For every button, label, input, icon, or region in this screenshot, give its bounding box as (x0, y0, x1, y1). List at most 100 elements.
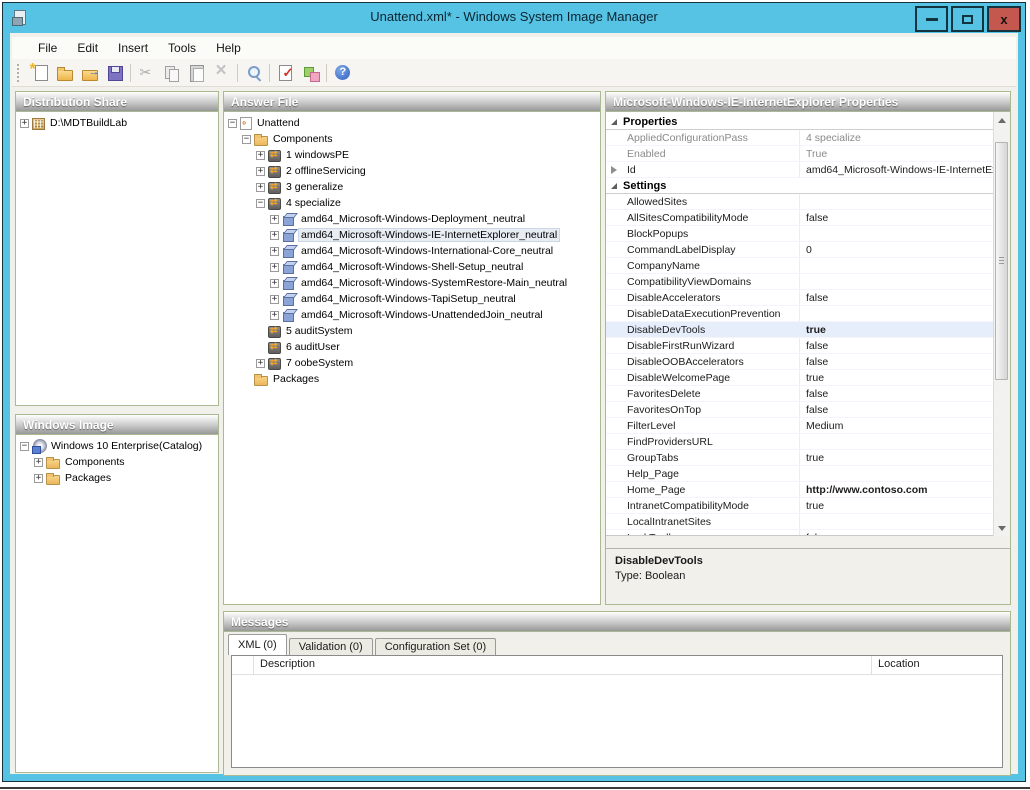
delete-button[interactable] (209, 61, 234, 85)
property-value[interactable]: false (800, 212, 993, 224)
property-row[interactable]: DisableOOBAcceleratorsfalse (606, 354, 993, 370)
property-value[interactable]: amd64_Microsoft-Windows-IE-InternetEx (800, 164, 993, 176)
messages-tab[interactable]: Configuration Set (0) (375, 638, 497, 655)
tree-item[interactable]: +amd64_Microsoft-Windows-SystemRestore-M… (224, 275, 600, 291)
property-row[interactable]: EnabledTrue (606, 146, 993, 162)
property-row[interactable]: Idamd64_Microsoft-Windows-IE-InternetEx (606, 162, 993, 178)
property-section-row[interactable]: Properties (606, 114, 993, 130)
menu-tools[interactable]: Tools (158, 38, 206, 58)
validate-answer-file-button[interactable] (273, 61, 298, 85)
maximize-button[interactable] (951, 6, 984, 32)
row-collapsed-icon[interactable] (611, 166, 617, 174)
property-row[interactable]: FindProvidersURL (606, 434, 993, 450)
expander-icon[interactable]: + (270, 295, 279, 304)
menu-edit[interactable]: Edit (67, 38, 108, 58)
property-value[interactable]: Medium (800, 420, 993, 432)
property-row[interactable]: LocalIntranetSites (606, 514, 993, 530)
property-value[interactable]: true (800, 372, 993, 384)
scroll-down-button[interactable] (994, 520, 1010, 536)
tree-item[interactable]: +amd64_Microsoft-Windows-International-C… (224, 243, 600, 259)
tree-item[interactable]: +amd64_Microsoft-Windows-TapiSetup_neutr… (224, 291, 600, 307)
property-row[interactable]: FavoritesDeletefalse (606, 386, 993, 402)
tree-item[interactable]: +1 windowsPE (224, 147, 600, 163)
tree-item[interactable]: +Components (16, 454, 218, 470)
tree-item[interactable]: +amd64_Microsoft-Windows-Deployment_neut… (224, 211, 600, 227)
tree-item[interactable]: −4 specialize (224, 195, 600, 211)
expander-icon[interactable]: + (270, 263, 279, 272)
expander-icon[interactable]: + (256, 167, 265, 176)
property-row[interactable]: DisableWelcomePagetrue (606, 370, 993, 386)
property-row[interactable]: GroupTabstrue (606, 450, 993, 466)
expander-icon[interactable]: + (270, 215, 279, 224)
property-row[interactable]: FavoritesOnTopfalse (606, 402, 993, 418)
tree-item[interactable]: 5 auditSystem (224, 323, 600, 339)
expander-icon[interactable]: − (256, 199, 265, 208)
expander-icon[interactable]: + (256, 151, 265, 160)
tree-item[interactable]: −Components (224, 131, 600, 147)
find-button[interactable] (241, 61, 266, 85)
column-header-description[interactable]: Description (254, 656, 872, 674)
property-row[interactable]: DisableFirstRunWizardfalse (606, 338, 993, 354)
property-value[interactable]: http://www.contoso.com (800, 484, 993, 496)
tree-item[interactable]: −Windows 10 Enterprise(Catalog) (16, 438, 218, 454)
save-answer-file-button[interactable] (102, 61, 127, 85)
toolbar-grip[interactable] (17, 64, 22, 82)
tree-item[interactable]: 6 auditUser (224, 339, 600, 355)
property-value[interactable]: true (800, 500, 993, 512)
messages-tab[interactable]: XML (0) (228, 634, 287, 655)
property-value[interactable]: true (800, 324, 993, 336)
tree-item[interactable]: +amd64_Microsoft-Windows-UnattendedJoin_… (224, 307, 600, 323)
messages-tab[interactable]: Validation (0) (289, 638, 373, 655)
property-row[interactable]: AllSitesCompatibilityModefalse (606, 210, 993, 226)
property-row[interactable]: AllowedSites (606, 194, 993, 210)
property-row[interactable]: BlockPopups (606, 226, 993, 242)
property-row[interactable]: CommandLabelDisplay0 (606, 242, 993, 258)
minimize-button[interactable] (915, 6, 948, 32)
property-value[interactable]: 0 (800, 244, 993, 256)
open-answer-file-button[interactable] (52, 61, 77, 85)
tree-item[interactable]: −Unattend (224, 115, 600, 131)
expander-icon[interactable]: + (256, 183, 265, 192)
expander-icon[interactable]: − (242, 135, 251, 144)
property-row[interactable]: Home_Pagehttp://www.contoso.com (606, 482, 993, 498)
property-value[interactable]: false (800, 292, 993, 304)
tree-item[interactable]: +3 generalize (224, 179, 600, 195)
property-row[interactable]: AppliedConfigurationPass4 specialize (606, 130, 993, 146)
close-button[interactable]: x (987, 6, 1021, 32)
properties-scrollbar[interactable] (993, 112, 1010, 536)
expander-icon[interactable]: + (34, 474, 43, 483)
property-value[interactable]: true (800, 452, 993, 464)
property-section-row[interactable]: Settings (606, 178, 993, 194)
property-value[interactable]: false (800, 404, 993, 416)
expander-icon[interactable]: + (256, 359, 265, 368)
help-button[interactable] (330, 61, 355, 85)
tree-item[interactable]: +amd64_Microsoft-Windows-Shell-Setup_neu… (224, 259, 600, 275)
property-value[interactable]: 4 specialize (800, 132, 993, 144)
property-value[interactable]: false (800, 340, 993, 352)
menu-help[interactable]: Help (206, 38, 251, 58)
expander-icon[interactable]: + (34, 458, 43, 467)
property-row[interactable]: DisableDevToolstrue (606, 322, 993, 338)
expander-icon[interactable]: + (270, 231, 279, 240)
expander-icon[interactable]: + (270, 247, 279, 256)
property-row[interactable]: DisableDataExecutionPrevention (606, 306, 993, 322)
property-value[interactable]: false (800, 532, 993, 537)
expander-icon[interactable]: − (20, 442, 29, 451)
new-answer-file-button[interactable] (27, 61, 52, 85)
create-configuration-set-button[interactable] (298, 61, 323, 85)
property-value[interactable]: false (800, 356, 993, 368)
property-row[interactable]: IntranetCompatibilityModetrue (606, 498, 993, 514)
tree-item[interactable]: +amd64_Microsoft-Windows-IE-InternetExpl… (224, 227, 600, 243)
tree-item[interactable]: +2 offlineServicing (224, 163, 600, 179)
menu-insert[interactable]: Insert (108, 38, 158, 58)
property-value[interactable]: false (800, 388, 993, 400)
property-value[interactable]: True (800, 148, 993, 160)
section-expanded-icon[interactable] (611, 119, 617, 125)
column-header-location[interactable]: Location (872, 656, 1002, 674)
expander-icon[interactable]: + (20, 119, 29, 128)
scroll-up-button[interactable] (994, 112, 1010, 128)
expander-icon[interactable]: − (228, 119, 237, 128)
property-row[interactable]: DisableAcceleratorsfalse (606, 290, 993, 306)
scrollbar-thumb[interactable] (995, 142, 1008, 380)
section-expanded-icon[interactable] (611, 183, 617, 189)
